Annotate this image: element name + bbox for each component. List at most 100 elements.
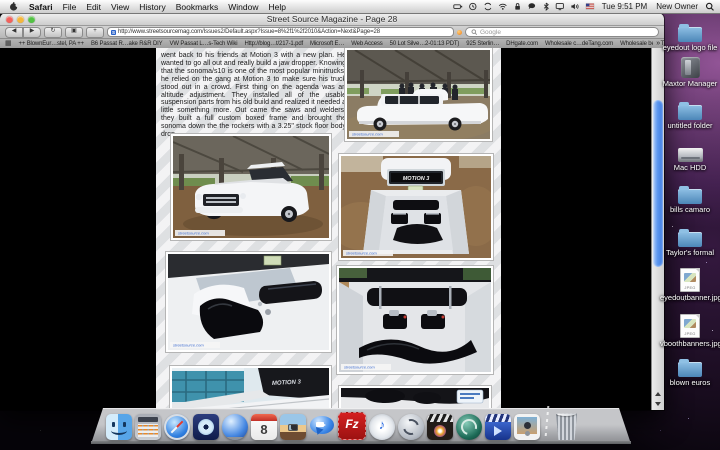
dock-time-machine-icon[interactable]	[456, 414, 482, 440]
iphoto-icon	[280, 414, 306, 440]
photo-watermark: streetsource.com	[352, 132, 383, 137]
window-title: Street Source Magazine - Page 28	[0, 13, 664, 25]
page-proxy-button[interactable]: ▣	[65, 27, 83, 38]
dock-isync-icon[interactable]	[398, 414, 424, 440]
dock-safari-icon[interactable]	[164, 414, 190, 440]
dock-filezilla-icon[interactable]: Fz	[338, 412, 366, 440]
desktop-icon-vboothbanners-jpg[interactable]: JPEGvboothbanners.jpg	[660, 314, 720, 348]
safari-window: Street Source Magazine - Page 28 ◀ ▶ ↻ ▣…	[0, 13, 664, 410]
ichat-icon	[309, 414, 335, 440]
desktop-icon-eyedout-logo-file[interactable]: eyedout logo file	[660, 22, 720, 52]
desktop-icon-maxtor-manager[interactable]: Maxtor Manager	[660, 56, 720, 88]
lock-icon[interactable]	[513, 2, 522, 11]
desktop-icon-label: Taylor's formal	[660, 248, 720, 257]
time-machine-icon	[456, 414, 482, 440]
back-button[interactable]: ◀	[5, 27, 23, 38]
dock-ical-icon[interactable]: 8	[251, 414, 277, 440]
feed-rss-icon[interactable]	[457, 30, 462, 35]
dock-front-row-icon[interactable]	[485, 414, 511, 440]
photo-truck-side: streetsource.com	[345, 48, 492, 141]
device-icon	[681, 57, 700, 78]
dock-imovie-icon[interactable]	[427, 414, 453, 440]
displays-icon[interactable]	[555, 2, 565, 11]
google-search-field[interactable]: Google	[465, 27, 659, 37]
bookmarks-overflow-chevron[interactable]: »	[653, 39, 660, 48]
show-all-bookmarks-icon[interactable]: ▦	[5, 40, 11, 48]
dock-iphoto-icon[interactable]	[280, 414, 306, 440]
bookmark-item-6[interactable]: 50 Lot Silve…2-01:13 PDT)	[390, 41, 460, 47]
filezilla-glyph: Fz	[339, 417, 365, 431]
page-viewport: went back to his friends at Motion 3 wit…	[0, 48, 664, 410]
desktop-icon-label: eyedoutbanner.jpg	[660, 293, 720, 302]
wifi-icon[interactable]	[498, 2, 508, 11]
menu-help[interactable]: Help	[268, 2, 285, 12]
menubar-clock[interactable]: Tue 9:51 PM	[600, 2, 650, 11]
safari-icon	[164, 414, 190, 440]
desktop-icon-taylor-s-formal[interactable]: Taylor's formal	[660, 227, 720, 257]
menubar-menus: Safari File Edit View History Bookmarks Window…	[0, 1, 286, 12]
zoom-button[interactable]	[28, 16, 35, 23]
photo-watermark: streetsource.com	[346, 251, 377, 256]
menu-view[interactable]: View	[111, 2, 129, 12]
dock-dvd-player-icon[interactable]	[193, 414, 219, 440]
bookmark-item-3[interactable]: Http://blog…t/217-1.pdf	[244, 41, 303, 47]
drive-icon	[678, 148, 703, 162]
bookmark-item-4[interactable]: Microsoft E…	[310, 41, 344, 47]
close-button[interactable]	[6, 16, 13, 23]
dock-finder-icon[interactable]	[106, 414, 132, 440]
menu-safari[interactable]: Safari	[29, 2, 53, 12]
battery-icon[interactable]	[453, 2, 463, 11]
ichat-status-icon[interactable]	[527, 2, 537, 11]
dock-iweb-icon[interactable]	[222, 414, 248, 440]
itunes-icon: ♪	[369, 414, 395, 440]
desktop-icon-bills-camaro[interactable]: bills camaro	[660, 184, 720, 214]
menu-window[interactable]: Window	[228, 2, 258, 12]
menu-history[interactable]: History	[139, 2, 165, 12]
scroll-up-button[interactable]	[652, 389, 664, 399]
dvd-player-icon	[193, 414, 219, 440]
bookmark-item-7[interactable]: 925 Sterlin…	[466, 41, 499, 47]
front-row-icon	[485, 414, 511, 440]
bookmark-item-8[interactable]: DHgate.com	[506, 41, 538, 47]
reload-button[interactable]: ↻	[44, 27, 62, 38]
add-bookmark-button[interactable]: +	[86, 27, 104, 38]
volume-icon[interactable]	[570, 2, 580, 11]
folder-icon	[678, 105, 702, 120]
photo-watermark: streetsource.com	[344, 365, 375, 370]
desktop-icon-label: Mac HDD	[660, 163, 720, 172]
sync-arrows-icon[interactable]	[483, 2, 493, 11]
input-language-flag-icon[interactable]	[585, 2, 595, 11]
fast-user-switch-menu[interactable]: New Owner	[654, 2, 700, 11]
dock-photo-booth-icon[interactable]	[514, 414, 540, 440]
bookmark-item-0[interactable]: ++ BlownEur…stel, PA ++	[18, 41, 83, 47]
window-title-bar[interactable]: Street Source Magazine - Page 28	[0, 13, 664, 26]
bookmark-item-9[interactable]: Wholesale c…deTang.com	[545, 41, 613, 47]
clock-sync-icon[interactable]	[468, 2, 478, 11]
desktop-icon-untitled-folder[interactable]: untitled folder	[660, 100, 720, 130]
dock-itunes-icon[interactable]: ♪	[369, 414, 395, 440]
desktop-icon-blown-euros[interactable]: blown euros	[660, 357, 720, 387]
bookmark-item-2[interactable]: VW Passat L…s-Tech Wiki	[170, 41, 238, 47]
menu-file[interactable]: File	[63, 2, 77, 12]
apple-menu-icon[interactable]	[9, 1, 19, 12]
menu-bookmarks[interactable]: Bookmarks	[176, 2, 219, 12]
dock-calculator-icon[interactable]	[135, 414, 161, 440]
minimize-button[interactable]	[17, 16, 24, 23]
dock-trash-icon[interactable]	[554, 412, 579, 440]
forward-button[interactable]: ▶	[23, 27, 41, 38]
dock-ichat-icon[interactable]	[309, 414, 335, 440]
desktop-icon-eyedoutbanner-jpg[interactable]: JPEGeyedoutbanner.jpg	[660, 268, 720, 302]
bookmark-item-5[interactable]: Web Access	[351, 41, 382, 47]
photo-bed-rear-view: MOTION 3 streetsource.com	[339, 154, 493, 260]
menu-edit[interactable]: Edit	[86, 2, 101, 12]
spotlight-icon[interactable]	[705, 2, 715, 12]
calculator-icon	[135, 414, 161, 440]
bluetooth-icon[interactable]	[542, 2, 550, 11]
bookmark-item-1[interactable]: B6 Passat R…ake R&R DIY	[91, 41, 163, 47]
address-bar[interactable]: S http://www.streetsourcemag.com/Issues2…	[107, 27, 454, 37]
desktop-icon-label: Maxtor Manager	[660, 79, 720, 88]
scroll-down-button[interactable]	[652, 399, 664, 409]
ical-glyph: 8	[251, 421, 277, 439]
menu-bar: Safari File Edit View History Bookmarks Window…	[0, 0, 720, 14]
desktop-icon-mac-hdd[interactable]: Mac HDD	[660, 142, 720, 172]
